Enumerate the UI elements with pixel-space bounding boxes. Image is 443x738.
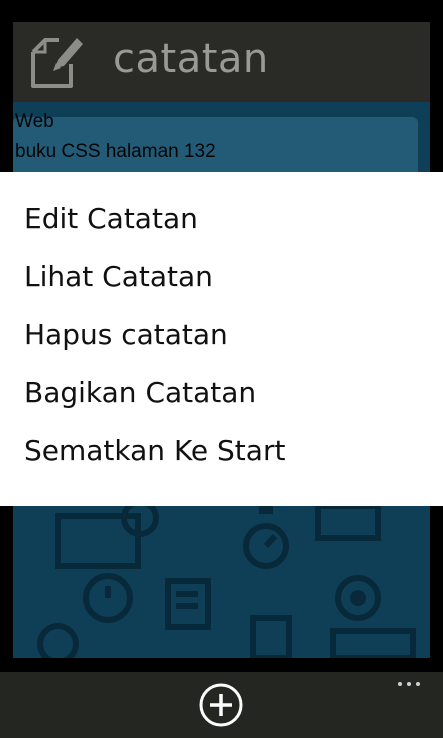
menu-item-delete[interactable]: Hapus catatan (24, 318, 228, 351)
add-icon[interactable] (198, 682, 244, 728)
note-category: Web (15, 111, 54, 132)
page-title: catatan (113, 36, 269, 82)
dimmed-page: catatan Web buku CSS halaman 132 Edit Ca… (0, 0, 443, 738)
background-illustration (37, 506, 416, 658)
page-header: catatan (13, 22, 430, 102)
menu-item-view[interactable]: Lihat Catatan (24, 260, 213, 293)
menu-item-share[interactable]: Bagikan Catatan (24, 376, 256, 409)
app-bar (0, 672, 443, 738)
note-title: buku CSS halaman 132 (15, 141, 216, 162)
context-menu: Edit Catatan Lihat Catatan Hapus catatan… (0, 172, 443, 506)
menu-item-pin-to-start[interactable]: Sematkan Ke Start (24, 434, 285, 467)
ellipsis-icon[interactable] (396, 672, 424, 692)
edit-note-icon (31, 38, 83, 88)
menu-item-edit[interactable]: Edit Catatan (24, 202, 198, 235)
